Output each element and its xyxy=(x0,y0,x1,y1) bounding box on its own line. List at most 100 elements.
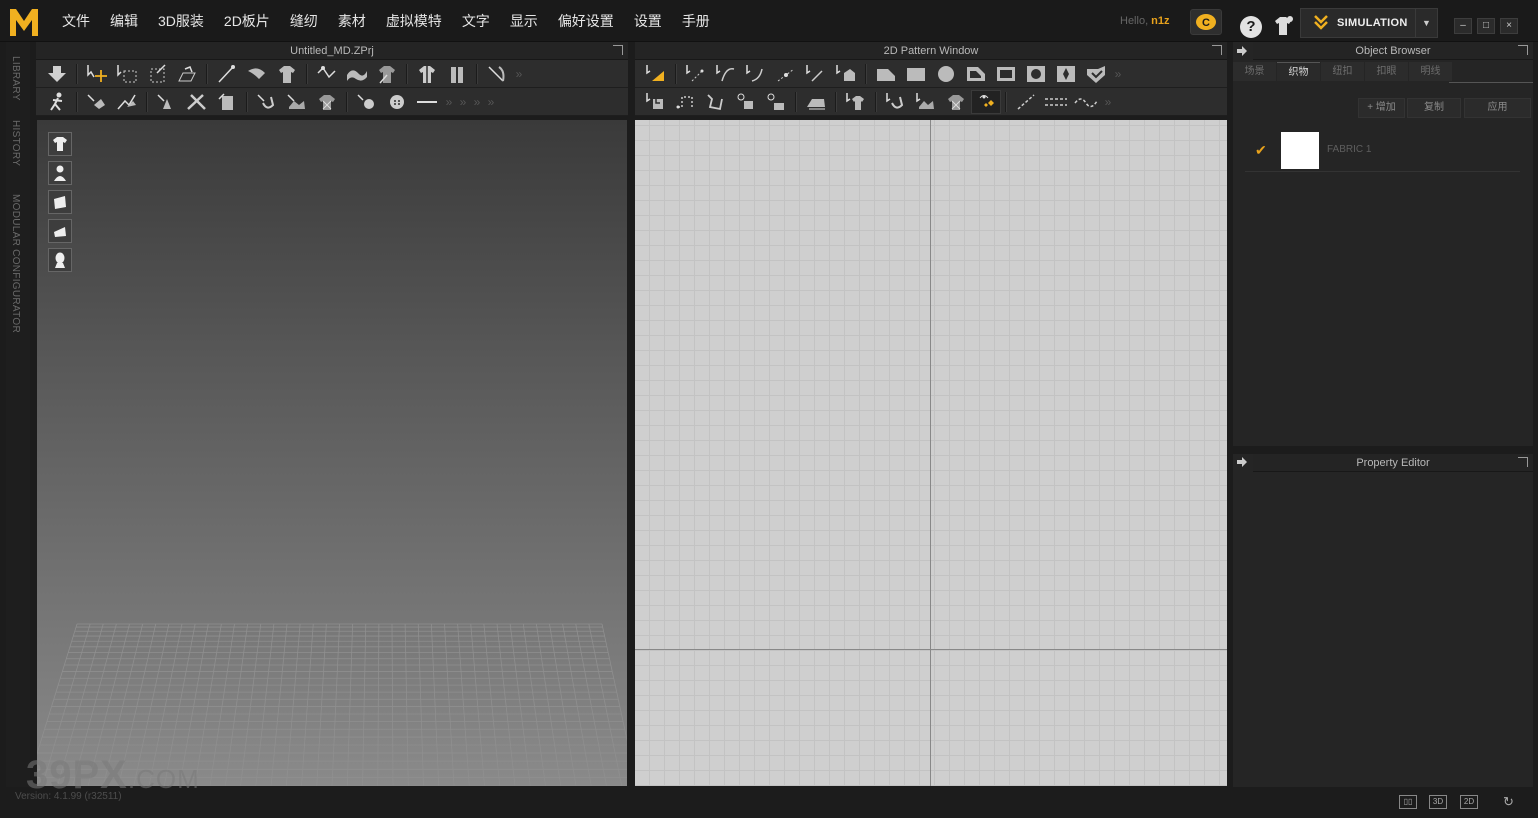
clo-set-button[interactable]: C xyxy=(1190,9,1222,35)
popout-3d-icon[interactable] xyxy=(613,45,623,55)
pin-icon[interactable] xyxy=(212,62,242,86)
help-icon[interactable]: ? xyxy=(1240,16,1262,38)
show-avatar-3d-icon[interactable] xyxy=(48,161,72,185)
simulation-button[interactable]: SIMULATION ▼ xyxy=(1300,8,1438,38)
panel-splitter[interactable] xyxy=(1233,446,1533,454)
maximize-button[interactable]: □ xyxy=(1477,18,1495,34)
show-pattern-3d-icon[interactable] xyxy=(48,190,72,214)
garment-settings-icon[interactable] xyxy=(1271,15,1295,37)
sewing-2d-icon[interactable] xyxy=(881,90,911,114)
garment-2d-icon[interactable] xyxy=(841,90,871,114)
menu-text[interactable]: 文字 xyxy=(452,11,500,31)
show-avatar-icon[interactable] xyxy=(442,62,472,86)
trace-icon[interactable] xyxy=(1081,62,1111,86)
menu-3d-garment[interactable]: 3D服装 xyxy=(148,11,214,31)
tab-modular-configurator[interactable]: MODULAR CONFIGURATOR xyxy=(10,194,21,333)
garment-fit-icon[interactable] xyxy=(272,62,302,86)
set-seam-allowance-icon[interactable] xyxy=(831,62,861,86)
dart-icon[interactable] xyxy=(1051,62,1081,86)
menu-avatar[interactable]: 虚拟模特 xyxy=(376,11,452,31)
segment-sewing-icon[interactable] xyxy=(641,90,671,114)
toolbar-overflow-icon[interactable]: » xyxy=(470,95,484,109)
view-3d-button[interactable]: 3D xyxy=(1429,795,1447,809)
minimize-button[interactable]: – xyxy=(1454,18,1472,34)
cut-curve-icon[interactable] xyxy=(801,62,831,86)
fold-arrange-tool-icon[interactable] xyxy=(182,90,212,114)
edit-point-line-icon[interactable] xyxy=(681,62,711,86)
edit-texture-2d-icon[interactable] xyxy=(941,90,971,114)
popout-object-browser-icon[interactable] xyxy=(1518,45,1528,55)
fabric-list-item[interactable]: ✔ FABRIC 1 xyxy=(1245,132,1520,172)
topstitch-2d-icon[interactable] xyxy=(1011,90,1041,114)
tab-buttonhole[interactable]: 扣眼 xyxy=(1365,62,1408,81)
show-avatar-head-icon[interactable] xyxy=(48,248,72,272)
add-fabric-button[interactable]: + 增加 xyxy=(1358,98,1405,118)
apply-fabric-button[interactable]: 应用 xyxy=(1464,98,1531,118)
menu-settings[interactable]: 设置 xyxy=(624,11,672,31)
collapse-arrow-icon[interactable] xyxy=(1236,456,1248,468)
fold-tool-icon[interactable] xyxy=(152,90,182,114)
toolbar-overflow-icon[interactable]: » xyxy=(1101,95,1115,109)
menu-2d-pattern[interactable]: 2D板片 xyxy=(214,11,280,31)
m-n-sewing-icon[interactable] xyxy=(701,90,731,114)
garment-edit-icon[interactable] xyxy=(372,62,402,86)
free-topstitch-icon[interactable] xyxy=(1071,90,1101,114)
show-garment-3d-icon[interactable] xyxy=(48,132,72,156)
menu-materials[interactable]: 素材 xyxy=(328,11,376,31)
fold-2d-icon[interactable] xyxy=(801,90,831,114)
split-view-icon[interactable]: ▯▯ xyxy=(1399,795,1417,809)
trim-icon[interactable] xyxy=(212,90,242,114)
polygon-icon[interactable] xyxy=(871,62,901,86)
simulate-drop-icon[interactable] xyxy=(42,62,72,86)
close-button[interactable]: × xyxy=(1500,18,1518,34)
texture-3d-icon[interactable] xyxy=(282,90,312,114)
menu-file[interactable]: 文件 xyxy=(52,11,100,31)
add-point-icon[interactable] xyxy=(771,62,801,86)
show-fabric-3d-icon[interactable] xyxy=(48,219,72,243)
avatar-pose-icon[interactable] xyxy=(42,90,72,114)
graphic-tool-icon[interactable] xyxy=(971,89,1001,114)
free-sewing-icon[interactable] xyxy=(671,90,701,114)
viewport-2d[interactable] xyxy=(635,120,1227,786)
rectangle-icon[interactable] xyxy=(901,62,931,86)
copy-fabric-button[interactable]: 复制 xyxy=(1407,98,1461,118)
edit-curvature-icon[interactable] xyxy=(711,62,741,86)
button-tool-icon[interactable] xyxy=(352,90,382,114)
tack-on-avatar-icon[interactable] xyxy=(761,90,791,114)
tab-scene[interactable]: 场景 xyxy=(1233,62,1276,81)
menu-manual[interactable]: 手册 xyxy=(672,11,720,31)
popout-property-editor-icon[interactable] xyxy=(1518,457,1528,467)
internal-rectangle-icon[interactable] xyxy=(991,62,1021,86)
toolbar-overflow-icon[interactable]: » xyxy=(456,95,470,109)
texture-2d-icon[interactable] xyxy=(911,90,941,114)
tab-history[interactable]: HISTORY xyxy=(10,120,21,166)
refresh-icon[interactable]: ↻ xyxy=(1503,794,1514,810)
tab-button[interactable]: 纽扣 xyxy=(1321,62,1364,81)
menu-edit[interactable]: 编辑 xyxy=(100,11,148,31)
show-garment-icon[interactable] xyxy=(412,62,442,86)
collapse-arrow-icon[interactable] xyxy=(1236,45,1248,57)
menu-sewing[interactable]: 缝纫 xyxy=(280,11,328,31)
simulation-dropdown-icon[interactable]: ▼ xyxy=(1415,9,1437,37)
buttonhole-icon[interactable] xyxy=(382,90,412,114)
popout-2d-icon[interactable] xyxy=(1212,45,1222,55)
transform-pattern-icon[interactable] xyxy=(641,62,671,86)
edit-curve-icon[interactable] xyxy=(312,62,342,86)
tab-fabric[interactable]: 织物 xyxy=(1277,62,1320,81)
toolbar-overflow-icon[interactable]: » xyxy=(512,67,526,81)
tack-icon[interactable] xyxy=(242,62,272,86)
check-sewing-icon[interactable] xyxy=(731,90,761,114)
tab-library[interactable]: LIBRARY xyxy=(10,56,21,101)
toolbar-overflow-icon[interactable]: » xyxy=(1111,67,1125,81)
toolbar-overflow-icon[interactable]: » xyxy=(442,95,456,109)
segment-topstitch-icon[interactable] xyxy=(1041,90,1071,114)
user-name[interactable]: n1z xyxy=(1151,15,1169,27)
circle-icon[interactable] xyxy=(931,62,961,86)
shrink-tool-icon[interactable] xyxy=(112,90,142,114)
view-2d-button[interactable]: 2D xyxy=(1460,795,1478,809)
topstitch-icon[interactable] xyxy=(412,90,442,114)
internal-circle-icon[interactable] xyxy=(1021,62,1051,86)
toolbar-overflow-icon[interactable]: » xyxy=(484,95,498,109)
menu-display[interactable]: 显示 xyxy=(500,11,548,31)
edit-pattern-3d-icon[interactable] xyxy=(342,62,372,86)
